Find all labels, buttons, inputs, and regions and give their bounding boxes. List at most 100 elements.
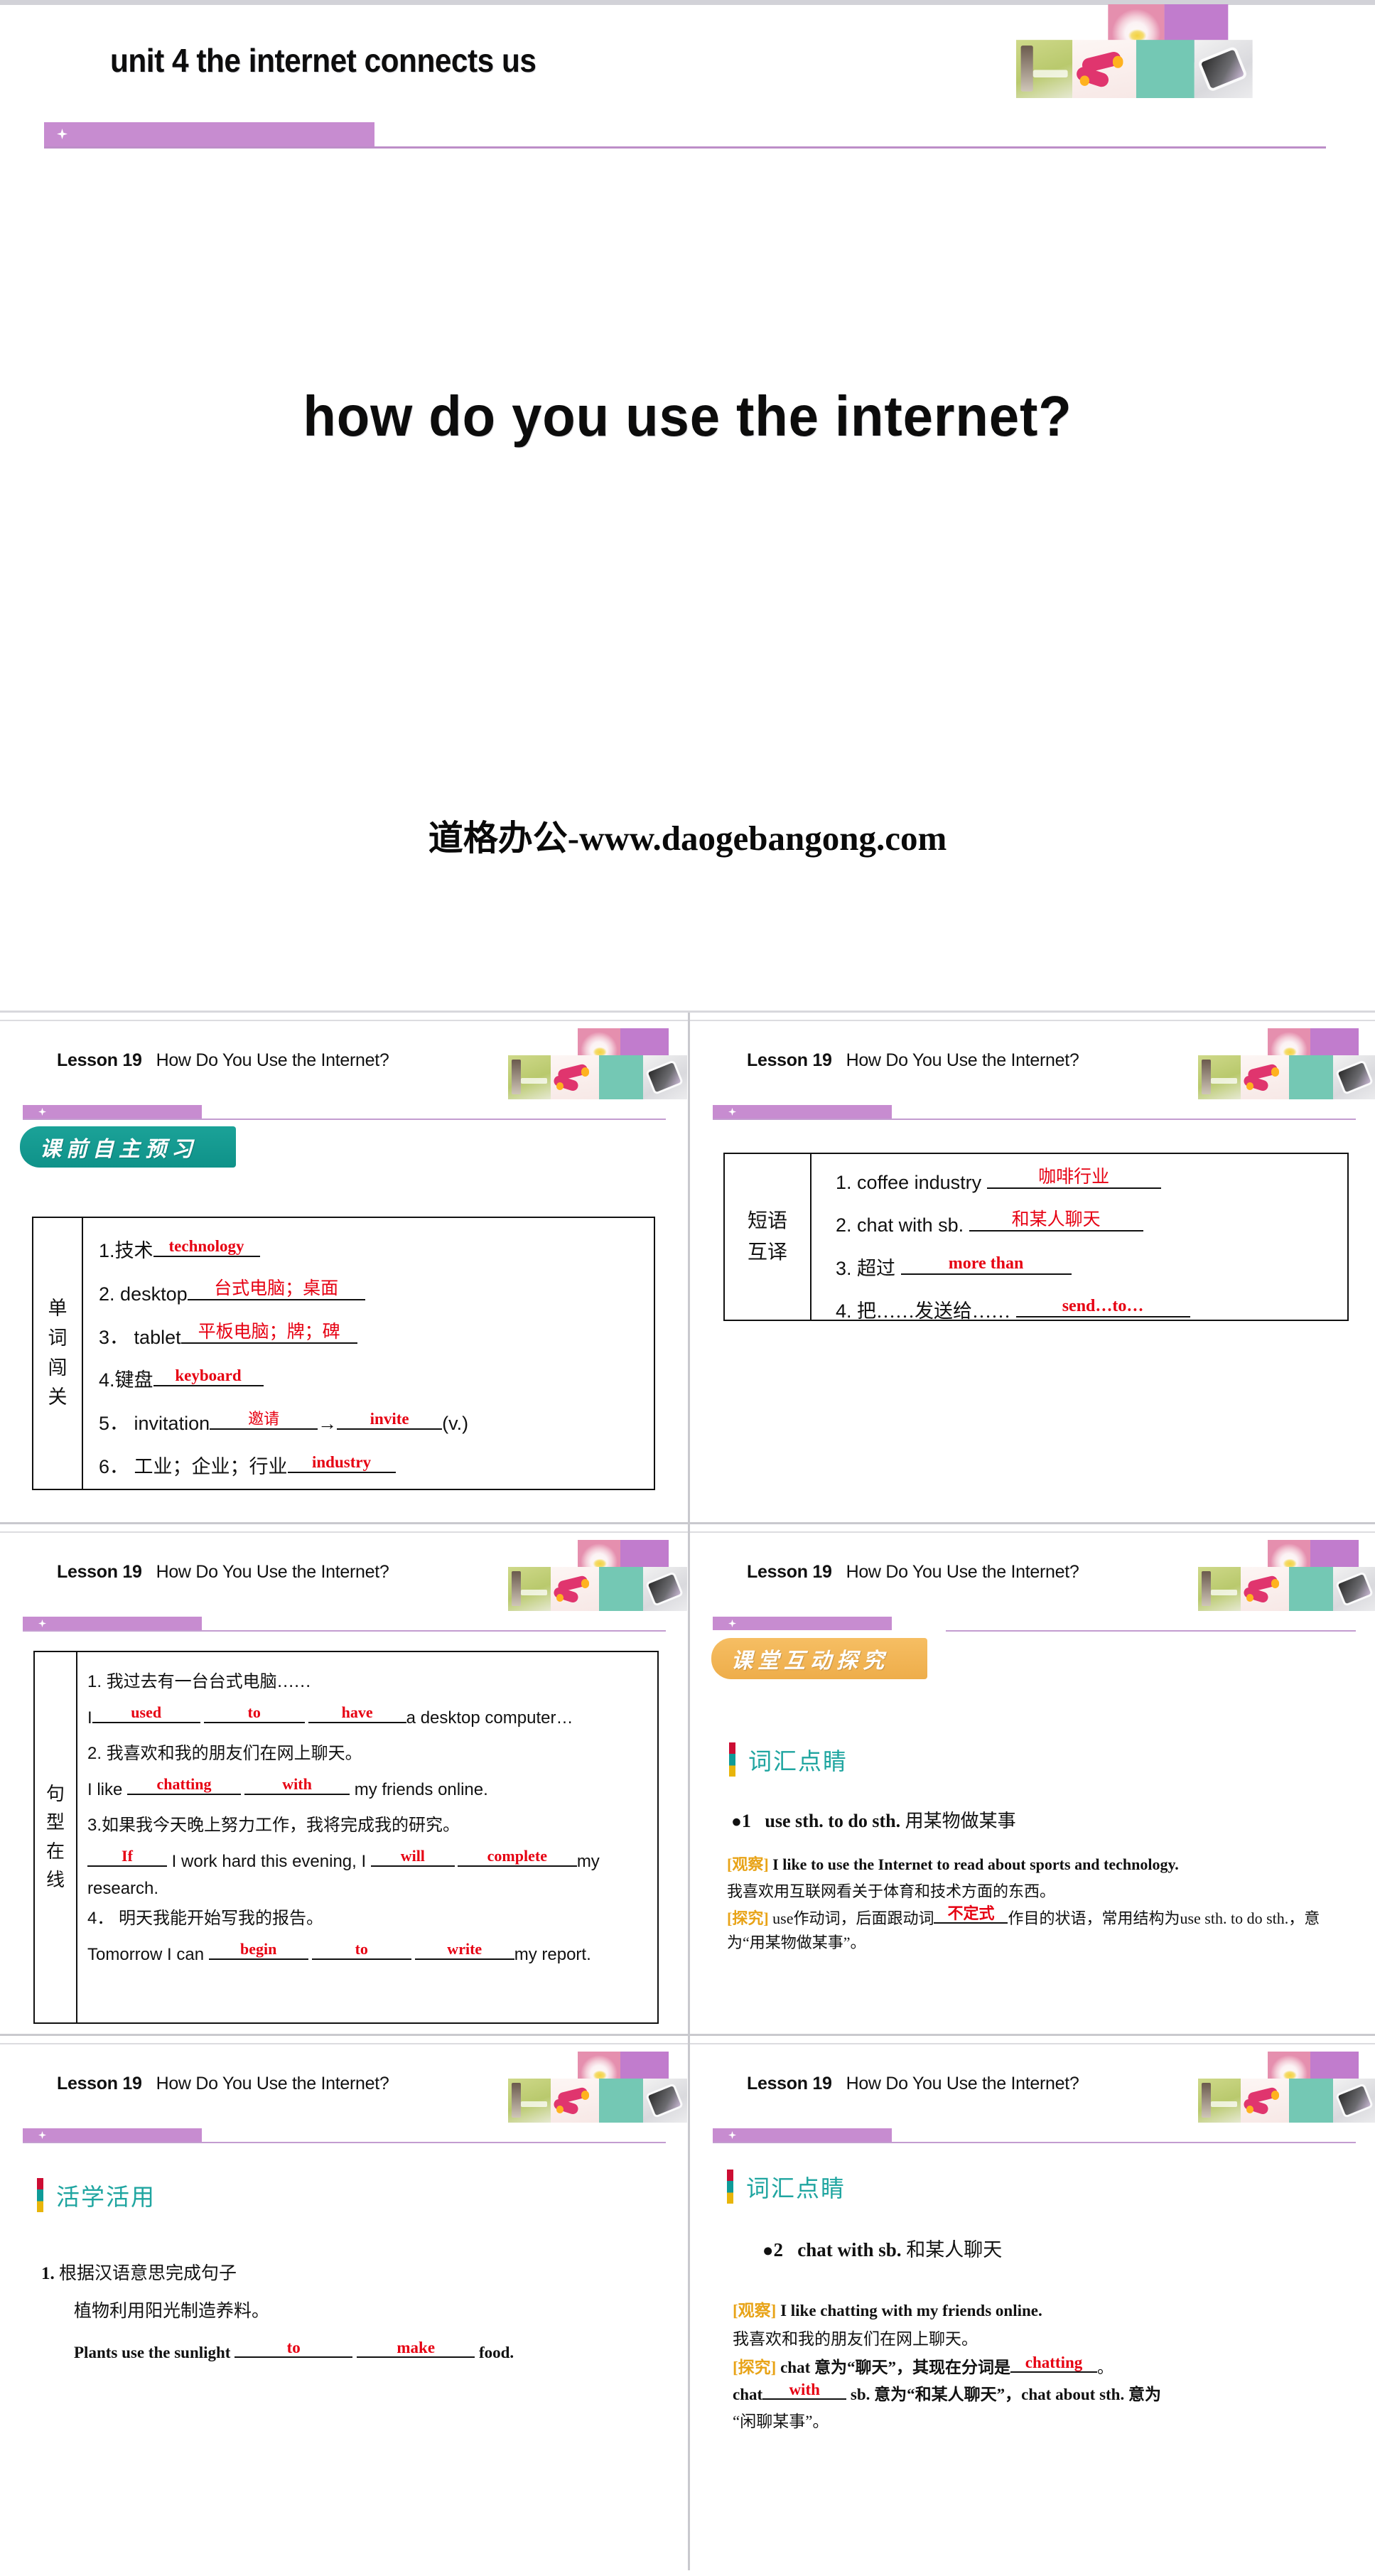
sentence-suffix: my (576, 1852, 600, 1871)
cover-accent-bar (44, 122, 374, 146)
slide-2-phrases[interactable]: Lesson 19 How Do You Use the Internet? 短语… (690, 1013, 1375, 1522)
explore-line2-prefix: chat (733, 2385, 763, 2403)
row-number: 2. (99, 1283, 115, 1305)
sentence-prefix: I like (87, 1780, 123, 1799)
lesson-label: Lesson 19 (57, 1562, 142, 1582)
answer-blank: have (308, 1703, 406, 1723)
accent-bar (713, 2128, 892, 2142)
rowhead-char: 型 (45, 1812, 65, 1833)
answer-blank: 和某人聊天 (969, 1210, 1143, 1232)
header-divider (23, 2142, 666, 2143)
device-photo (1194, 40, 1253, 98)
subsection-heading-vocab: 词汇点睛 (729, 1742, 848, 1777)
answer-text: send…to… (1062, 1297, 1144, 1316)
answer-text: keyboard (175, 1367, 242, 1385)
header-decor-images (1198, 1028, 1375, 1099)
subsection-heading-vocab: 词汇点睛 (727, 2170, 846, 2204)
device-photo (643, 2079, 687, 2123)
sentence-continuation: research. (87, 1880, 653, 1897)
observe-tag: [观察] (733, 2302, 777, 2319)
teal-block (1289, 1055, 1333, 1099)
answer-text: to (286, 2339, 301, 2356)
bullet-icon: ● (731, 1812, 742, 1831)
answer-text: 邀请 (248, 1410, 280, 1428)
rowhead-char: 关 (48, 1386, 68, 1408)
header-decor-images (1198, 2052, 1375, 2123)
lesson-label: Lesson 19 (747, 1050, 832, 1070)
practice-block: 1. 根据汉语意思完成句子 植物利用阳光制造养料。 Plants use the… (41, 2265, 667, 2361)
item-number: 3. (87, 1816, 102, 1835)
answer-text: industry (312, 1453, 372, 1471)
list-item-answer: If I work hard this evening, I will compl… (87, 1847, 653, 1871)
slide-5-practice[interactable]: Lesson 19 How Do You Use the Internet? 活学… (0, 2036, 688, 2570)
answer-text: invite (370, 1410, 409, 1428)
row-prompt: desktop (120, 1283, 188, 1305)
explore-block: [探究] use作动词，后面跟动词 不定式 作目的状语，常用结构为use sth. … (727, 1906, 1352, 1955)
accent-bar (23, 2128, 202, 2142)
lesson-title: How Do You Use the Internet? (846, 1050, 1079, 1070)
rowhead-char: 线 (45, 1869, 65, 1890)
row-number: 3． (99, 1326, 129, 1348)
device-photo (643, 1055, 687, 1099)
rowhead-char: 互译 (747, 1241, 787, 1263)
green-photo (508, 2079, 551, 2123)
slide-4-point1[interactable]: Lesson 19 How Do You Use the Internet? 课堂… (690, 1524, 1375, 2034)
point-body: [观察] I like to use the Internet to read … (727, 1853, 1352, 1955)
tricolor-marker-icon (37, 2178, 43, 2212)
slide-top-stripe (690, 2036, 1375, 2044)
table-row: 5． invitation 邀请 → invite (v.) (99, 1411, 644, 1434)
slide-6-point2[interactable]: Lesson 19 How Do You Use the Internet? 词汇… (690, 2036, 1375, 2570)
row-number: 3. (836, 1257, 852, 1279)
answer-blank: more than (900, 1255, 1072, 1275)
diamond-icon (38, 1620, 46, 1627)
sentence-suffix: my report. (514, 1945, 591, 1964)
header-decor-images (508, 1540, 687, 1611)
table-row: 2. desktop 台式电脑；桌面 (99, 1280, 644, 1305)
vocab-table: 单 词 闯 关 1.技术 technology 2. desktop 台式电脑；桌面… (32, 1217, 655, 1490)
slide-1-vocab[interactable]: Lesson 19 How Do You Use the Internet? 课前… (0, 1013, 688, 1522)
slide-header: Lesson 19 How Do You Use the Internet? (57, 1050, 389, 1071)
observe-english: I like to use the Internet to read about… (772, 1855, 1179, 1873)
diamond-icon (728, 1620, 736, 1627)
row-prompt: tablet (134, 1326, 181, 1348)
answer-text: with (282, 1775, 312, 1793)
point-number: 2 (773, 2239, 784, 2260)
table-row: 2. chat with sb. 和某人聊天 (836, 1210, 1337, 1236)
table-row: 3． tablet 平板电脑；牌；碑 (99, 1323, 644, 1348)
device-photo (643, 1567, 687, 1611)
row-prompt: 工业；企业；行业 (134, 1455, 288, 1477)
list-item: 1. 我过去有一台台式电脑…… (87, 1674, 653, 1691)
diamond-icon (38, 2131, 46, 2139)
list-item: 4． 明天我能开始写我的报告。 (87, 1909, 653, 1928)
answer-blank: technology (153, 1238, 260, 1257)
answer-blank: complete (457, 1847, 577, 1867)
item-number: 4． (87, 1909, 114, 1928)
lesson-label: Lesson 19 (57, 1050, 142, 1070)
rowhead-char: 在 (45, 1841, 65, 1862)
answer-text: have (341, 1703, 373, 1721)
slide-top-stripe (0, 1524, 688, 1533)
lesson-title: How Do You Use the Internet? (156, 2074, 389, 2093)
answer-text: 和某人聊天 (1011, 1210, 1101, 1230)
tricolor-marker-icon (729, 1742, 735, 1777)
pink-binoculars-photo (551, 2079, 599, 2123)
answer-blank: to (311, 1941, 411, 1960)
list-item-answer: Tomorrow I can begin to write my report. (87, 1941, 653, 1964)
header-decor-images (1198, 1540, 1375, 1611)
answer-blank: 咖啡行业 (986, 1168, 1161, 1189)
slide-3-sentences[interactable]: Lesson 19 How Do You Use the Internet? 句 … (0, 1524, 688, 2034)
device-photo (1333, 1567, 1375, 1611)
answer-text: complete (487, 1847, 547, 1865)
phrase-table-body: 1. coffee industry 咖啡行业 2. chat with sb.… (811, 1154, 1347, 1321)
table-row: 6． 工业；企业；行业 industry (99, 1454, 644, 1477)
observe-english: I like chatting with my friends online. (780, 2302, 1042, 2319)
explore-punct: 。 (1097, 2358, 1114, 2376)
header-divider (23, 1630, 666, 1632)
vocab-table-body: 1.技术 technology 2. desktop 台式电脑；桌面 3． tabl… (83, 1218, 654, 1489)
sentence-suffix: my friends online. (354, 1780, 488, 1799)
list-item-answer: I like chatting with my friends online. (87, 1775, 653, 1799)
point-body: [观察] I like chatting with my friends onl… (733, 2297, 1365, 2435)
answer-text: make (397, 2339, 436, 2356)
cover-slide: unit 4 the internet connects us how do y… (0, 0, 1375, 1013)
pink-binoculars-photo (551, 1567, 599, 1611)
